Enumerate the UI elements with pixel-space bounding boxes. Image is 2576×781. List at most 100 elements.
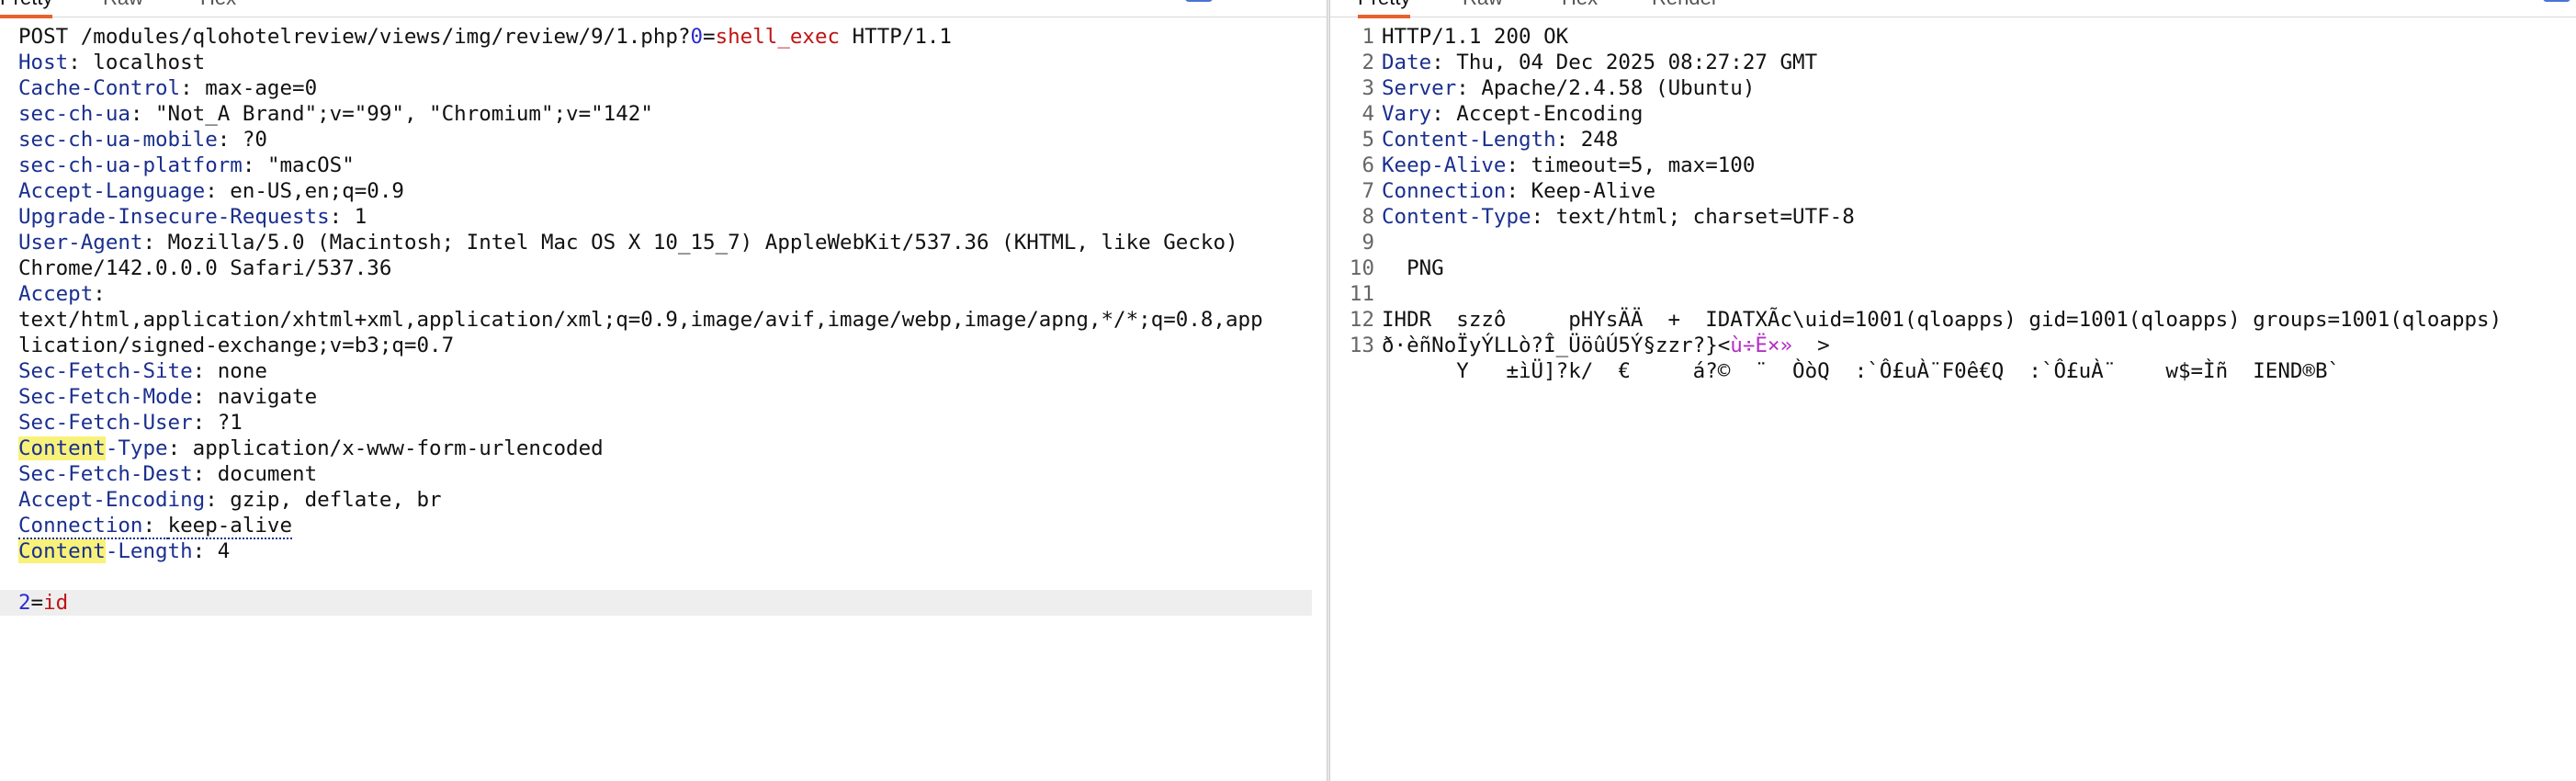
line-number: 12 [1349,308,1374,332]
header-name: Content-Length [1382,128,1556,152]
header-line: Connection: keep-alive [18,514,293,539]
body-eq: = [30,591,44,615]
binary-data: > [1792,334,1830,357]
header-value: Keep-Alive [1531,179,1656,203]
header-name: sec-ch-ua-mobile [18,128,218,152]
tab-request-hex[interactable]: Hex [200,0,236,15]
header-value: Mozilla/5.0 (Macintosh; Intel Mac OS X 1… [167,231,1238,255]
header-line: sec-ch-ua-platform: "macOS" [18,153,355,177]
header-value: keep-alive [167,514,293,539]
status-line: HTTP/1.1 200 OK [1382,25,1569,49]
line-number: 2 [1361,51,1374,74]
header-value: en-US,en;q=0.9 [230,179,404,203]
header-value: lication/signed-exchange;v=b3;q=0.7 [18,334,455,357]
line-number: 4 [1361,102,1374,126]
header-line: Content-Type: application/x-www-form-url… [18,436,604,460]
header-name-highlight: Content [18,539,106,563]
request-body[interactable]: 2=id [0,590,1312,616]
header-value: Apache/2.4.58 (Ubuntu) [1481,76,1756,100]
header-name: Host [18,51,69,74]
method-path: POST /modules/qlohotelreview/views/img/r… [18,25,691,49]
header-name: Accept [18,282,94,306]
header-name: Sec-Fetch-User [18,411,193,435]
header-value: 4 [217,539,231,563]
line-number: 10 [1349,256,1374,280]
header-value: text/html,application/xhtml+xml,applicat… [18,308,1263,332]
response-line: 10 PNG [1330,255,2576,281]
tab-response-hex[interactable]: Hex [1562,0,1598,15]
header-value: Thu, 04 Dec 2025 08:27:27 GMT [1456,51,1818,74]
header-line: Accept-Language: en-US,en;q=0.9 [18,179,404,203]
line-number: 5 [1361,128,1374,152]
header-line: Sec-Fetch-User: ?1 [18,411,243,435]
line-number: 13 [1349,334,1374,357]
header-value: max-age=0 [205,76,318,100]
command-output: IHDR szzô pHYsÄÄ + IDATXÃc\uid=1001(qloa… [1382,308,2503,332]
header-line: Cache-Control: max-age=0 [18,76,318,100]
tab-response-raw[interactable]: Raw [1463,0,1503,15]
header-name: Accept-Language [18,179,206,203]
header-name: Upgrade-Insecure-Requests [18,205,330,229]
header-line: Sec-Fetch-Mode: navigate [18,385,318,409]
header-name-highlight: Content [18,436,106,460]
header-name: Connection [18,514,143,539]
request-line: POST /modules/qlohotelreview/views/img/r… [0,24,1327,50]
line-content: PNG [1382,256,1444,280]
header-continuation: lication/signed-exchange;v=b3;q=0.7 [0,333,1327,358]
header-name: Sec-Fetch-Dest [18,462,193,486]
tab-response-pretty[interactable]: Pretty [1358,0,1411,18]
header-line: Sec-Fetch-Dest: document [18,462,318,486]
response-line: 12 IHDR szzô pHYsÄÄ + IDATXÃc\uid=1001(ql… [1330,307,2576,333]
line-number: 9 [1361,231,1374,255]
header-value: "macOS" [266,153,355,177]
header-line: Accept: [18,282,106,306]
header-value: ?0 [242,128,267,152]
header-value: none [217,359,267,383]
header-value: 248 [1580,128,1619,152]
search-icon[interactable]: ⌕ [1147,0,1157,1]
header-name: Sec-Fetch-Mode [18,385,193,409]
header-line: Accept-Encoding: gzip, deflate, br [18,488,442,512]
line-number: 1 [1361,25,1374,49]
query-param-value: shell_exec [715,25,841,49]
header-name: -Length [105,539,193,563]
response-line: 6 Keep-Alive: timeout=5, max=100 [1330,153,2576,178]
header-line: sec-ch-ua-mobile: ?0 [18,128,267,152]
header-value: timeout=5, max=100 [1531,153,1756,177]
response-view-tabs: Pretty Raw Hex Render [1330,0,2576,18]
request-editor[interactable]: POST /modules/qlohotelreview/views/img/r… [0,24,1327,781]
response-editor[interactable]: 1 HTTP/1.1 200 OK 2 Date: Thu, 04 Dec 2025… [1330,24,2576,781]
header-value: Chrome/142.0.0.0 Safari/537.36 [18,256,392,280]
tab-response-render[interactable]: Render [1652,0,1718,15]
header-name: Date [1382,51,1432,74]
tab-request-pretty[interactable]: Pretty [0,0,53,18]
request-pane: Pretty Raw Hex ⌕ POST /modules/qlohotelr… [0,0,1327,781]
settings-icon[interactable] [2543,0,2570,2]
header-value: navigate [217,385,318,409]
line-number: 11 [1349,282,1374,306]
tab-request-raw[interactable]: Raw [103,0,143,15]
response-line: 2 Date: Thu, 04 Dec 2025 08:27:27 GMT [1330,50,2576,75]
header-value: 1 [354,205,367,229]
header-name: sec-ch-ua-platform [18,153,243,177]
binary-data: ð·èñNoÏyÝLLò?Î_ÜöûÚ5Ý§zzr?}< [1382,334,1731,357]
response-line: 5 Content-Length: 248 [1330,127,2576,153]
header-line: User-Agent: Mozilla/5.0 (Macintosh; Inte… [18,231,1238,255]
header-value: gzip, deflate, br [230,488,442,512]
body-param-name: 2 [18,591,31,615]
response-line: 7 Connection: Keep-Alive [1330,178,2576,204]
query-eq: = [703,25,716,49]
header-value: ?1 [217,411,243,435]
line-number: 8 [1361,205,1374,229]
header-name: -Type [105,436,168,460]
binary-data-highlight: ù÷Ë×» [1730,334,1793,357]
header-value: Accept-Encoding [1456,102,1644,126]
settings-icon[interactable] [1185,0,1213,2]
header-name: sec-ch-ua [18,102,130,126]
header-value: application/x-www-form-urlencoded [192,436,604,460]
response-line: 9 [1330,230,2576,255]
response-line: 11 [1330,281,2576,307]
line-number: 3 [1361,76,1374,100]
header-value: "Not_A Brand";v="99", "Chromium";v="142" [155,102,653,126]
